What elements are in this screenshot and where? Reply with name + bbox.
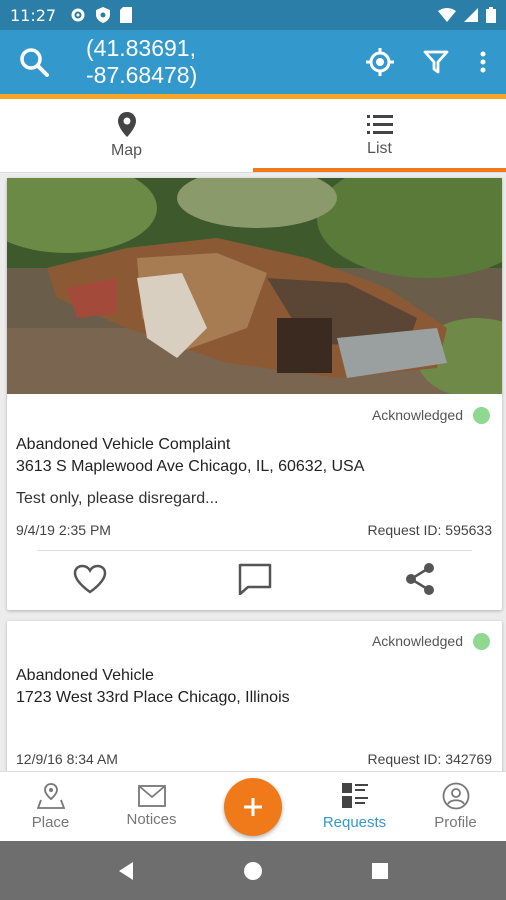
request-status: Acknowledged	[371, 633, 463, 649]
like-heart-icon[interactable]	[73, 564, 107, 594]
overflow-menu-button[interactable]	[466, 36, 500, 88]
filter-button[interactable]	[410, 36, 462, 88]
back-icon[interactable]	[117, 861, 135, 881]
location-coordinates[interactable]: (41.83691, -87.68478)	[86, 35, 286, 89]
request-card[interactable]: Acknowledged Abandoned Vehicle 1723 West…	[7, 621, 502, 771]
request-datetime: 9/4/19 2:35 PM	[16, 522, 111, 538]
system-navigation-bar	[0, 841, 506, 900]
request-status-row: Acknowledged	[7, 621, 502, 661]
app-bar: (41.83691, -87.68478)	[0, 30, 506, 94]
status-time: 11:27	[10, 5, 57, 25]
tab-list-label: List	[367, 139, 392, 157]
sd-card-icon	[120, 7, 133, 23]
request-address: 1723 West 33rd Place Chicago, Illinois	[16, 689, 290, 706]
request-photo[interactable]	[7, 178, 502, 394]
request-datetime: 12/9/16 8:34 AM	[16, 751, 118, 767]
bottom-navigation: Place Notices Requests Profile	[0, 771, 506, 841]
status-indicator-dot	[473, 406, 490, 424]
settings-gear-icon	[71, 8, 85, 22]
plus-icon	[244, 798, 262, 816]
my-location-button[interactable]	[354, 36, 406, 88]
request-id: Request ID: 342769	[367, 751, 492, 767]
list-icon	[366, 114, 393, 134]
tab-list[interactable]: List	[253, 99, 506, 172]
fab-slot	[202, 772, 304, 841]
add-request-button[interactable]	[224, 778, 282, 836]
nav-notices-label: Notices	[126, 811, 177, 828]
recents-icon[interactable]	[371, 862, 389, 880]
request-address: 3613 S Maplewood Ave Chicago, IL, 60632,…	[16, 458, 365, 475]
comment-icon[interactable]	[238, 563, 272, 595]
request-meta: 9/4/19 2:35 PM Request ID: 595633	[7, 522, 502, 544]
request-id: Request ID: 595633	[367, 522, 492, 538]
request-meta: 12/9/16 8:34 AM Request ID: 342769	[7, 751, 502, 767]
place-icon	[36, 783, 65, 809]
request-description: Test only, please disregard...	[16, 490, 219, 507]
status-bar: 11:27	[0, 0, 506, 30]
nav-profile[interactable]: Profile	[405, 772, 506, 841]
requests-icon	[341, 783, 368, 808]
request-card[interactable]: Acknowledged Abandoned Vehicle Complaint…	[7, 178, 502, 610]
tab-map-label: Map	[110, 141, 143, 159]
nav-profile-label: Profile	[434, 814, 477, 831]
nav-requests[interactable]: Requests	[304, 772, 405, 841]
coordinates-latitude: (41.83691,	[86, 35, 196, 61]
share-icon[interactable]	[404, 562, 436, 596]
shield-icon	[96, 7, 111, 23]
nav-requests-label: Requests	[322, 814, 387, 831]
mail-icon	[137, 785, 166, 807]
request-title: Abandoned Vehicle	[16, 667, 154, 684]
signal-icon	[464, 8, 478, 22]
home-icon[interactable]	[243, 861, 263, 881]
nav-place[interactable]: Place	[0, 772, 101, 841]
search-button[interactable]	[8, 36, 60, 88]
profile-icon	[442, 782, 469, 810]
nav-place-label: Place	[31, 814, 70, 831]
battery-icon	[486, 7, 496, 23]
nav-notices[interactable]: Notices	[101, 772, 202, 841]
wifi-icon	[438, 8, 456, 22]
map-pin-icon	[117, 111, 136, 137]
filter-icon	[423, 50, 449, 74]
status-indicator-dot	[473, 632, 490, 650]
crosshair-icon	[366, 48, 394, 76]
requests-list[interactable]: Acknowledged Abandoned Vehicle Complaint…	[0, 173, 506, 771]
more-vert-icon	[480, 51, 486, 73]
request-status: Acknowledged	[371, 407, 463, 423]
search-icon	[20, 48, 49, 77]
request-actions	[7, 551, 502, 607]
request-status-row: Acknowledged	[7, 394, 502, 436]
coordinates-longitude: -87.68478)	[86, 62, 198, 88]
request-title: Abandoned Vehicle Complaint	[16, 436, 231, 453]
view-tabs: Map List	[0, 99, 506, 173]
tab-map[interactable]: Map	[0, 99, 253, 172]
